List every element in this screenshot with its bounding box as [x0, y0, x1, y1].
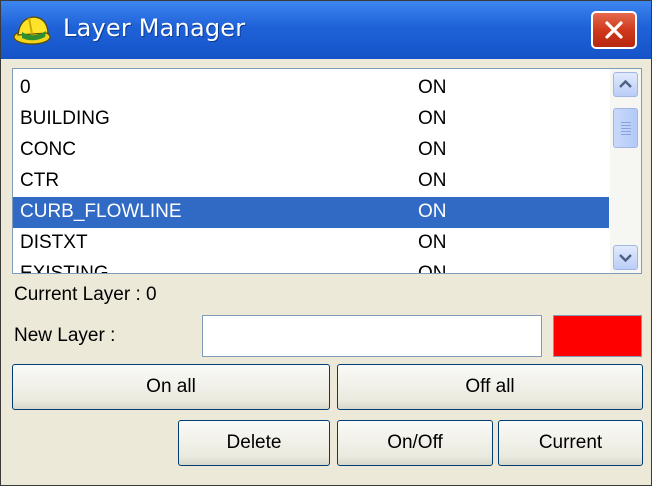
- hardhat-icon: [13, 16, 51, 45]
- on-off-button[interactable]: On/Off: [337, 420, 493, 466]
- layer-name: BUILDING: [20, 108, 110, 129]
- layer-color-swatch[interactable]: [553, 315, 642, 357]
- layer-row-selected[interactable]: CURB_FLOWLINE ON: [13, 197, 609, 228]
- current-layer-label: Current Layer : 0: [14, 284, 157, 306]
- title-bar[interactable]: Layer Manager: [1, 1, 651, 59]
- layer-state: ON: [418, 108, 447, 129]
- close-icon: [605, 21, 623, 39]
- layer-name: CONC: [20, 139, 76, 160]
- layer-state: ON: [418, 77, 447, 98]
- chevron-up-icon: [619, 79, 632, 88]
- layer-manager-window: Layer Manager 0 ON BUILDING ON CONC ON C…: [0, 0, 652, 486]
- layer-name: EXISTING: [20, 263, 109, 274]
- current-layer-caption: Current Layer :: [14, 284, 141, 305]
- layer-state: ON: [418, 139, 447, 160]
- layer-name: CTR: [20, 170, 60, 191]
- close-button[interactable]: [591, 11, 637, 49]
- layer-row[interactable]: EXISTING ON: [13, 259, 609, 274]
- layer-state: ON: [418, 170, 447, 191]
- delete-button[interactable]: Delete: [178, 420, 330, 466]
- scroll-down-button[interactable]: [613, 245, 638, 270]
- layer-state: ON: [418, 232, 447, 253]
- layer-state: ON: [418, 263, 447, 274]
- on-all-button[interactable]: On all: [12, 364, 330, 410]
- scroll-up-button[interactable]: [613, 72, 638, 97]
- chevron-down-icon: [619, 254, 632, 263]
- layer-row[interactable]: CONC ON: [13, 135, 609, 166]
- layer-state: ON: [418, 201, 447, 222]
- layer-row[interactable]: BUILDING ON: [13, 104, 609, 135]
- layer-name: DISTXT: [20, 232, 88, 253]
- layer-name: 0: [20, 77, 31, 98]
- new-layer-label: New Layer :: [14, 325, 116, 346]
- current-button[interactable]: Current: [498, 420, 643, 466]
- layer-row[interactable]: 0 ON: [13, 73, 609, 104]
- current-layer-value: 0: [146, 284, 157, 305]
- layer-row[interactable]: DISTXT ON: [13, 228, 609, 259]
- list-scrollbar[interactable]: [610, 69, 641, 273]
- off-all-button[interactable]: Off all: [337, 364, 643, 410]
- layer-name: CURB_FLOWLINE: [20, 201, 182, 222]
- window-title: Layer Manager: [63, 14, 246, 42]
- layer-row[interactable]: CTR ON: [13, 166, 609, 197]
- new-layer-input[interactable]: [202, 315, 542, 357]
- scroll-thumb[interactable]: [613, 108, 638, 148]
- layer-list[interactable]: 0 ON BUILDING ON CONC ON CTR ON CURB_FLO…: [12, 68, 642, 274]
